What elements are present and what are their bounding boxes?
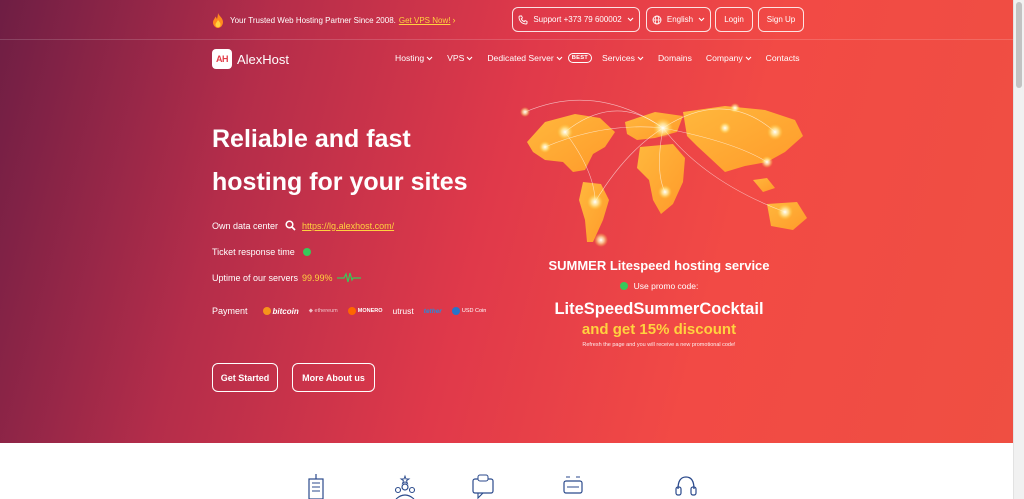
data-center-label: Own data center (212, 220, 279, 231)
team-stars-icon (394, 474, 416, 499)
headset-icon (675, 476, 697, 496)
features-strip (0, 443, 1013, 499)
promo-note: Refresh the page and you will receive a … (582, 342, 736, 348)
brand-name: AlexHost (237, 51, 290, 67)
payment-label: Payment (212, 306, 248, 316)
chevron-down-icon (627, 17, 634, 22)
promo-discount: and get 15% discount (581, 321, 737, 338)
ethereum-logo: ◆ ethereum (308, 308, 338, 314)
get-vps-link[interactable]: Get VPS Now! (399, 16, 451, 25)
nav-item-label: Dedicated Server (487, 53, 554, 63)
promo-use-label: Use promo code: (633, 281, 699, 291)
chevron-down-icon (426, 56, 433, 60)
brand-logo[interactable]: AH AlexHost (212, 49, 289, 69)
promo-title: SUMMER Litespeed hosting service (548, 258, 770, 273)
monero-logo: MONERO (347, 307, 383, 315)
nav-item-label: VPS (447, 53, 465, 63)
status-dot-icon (302, 248, 311, 256)
utrust-logo: utrust (392, 306, 414, 316)
uptime-label: Uptime of our servers (212, 273, 299, 283)
chevron-down-icon (745, 56, 752, 60)
page-scrollbar[interactable] (1013, 0, 1024, 499)
chevron-down-icon (556, 56, 563, 60)
looking-glass-link[interactable]: https://lg.alexhost.com/ (302, 221, 394, 231)
nav-item-contacts[interactable]: Contacts (766, 53, 800, 63)
get-started-button[interactable]: Get Started (212, 363, 278, 392)
nav-item-vps[interactable]: VPS (447, 53, 473, 63)
nav-menu: Hosting VPS Dedicated Server BEST Servic… (395, 53, 800, 63)
support-phone-button[interactable]: Support +373 79 600002 (512, 7, 640, 32)
trust-text: Your Trusted Web Hosting Partner Since 2… (230, 15, 396, 25)
promo-use-row: Use promo code: (524, 281, 794, 291)
nav-item-label: Company (705, 53, 743, 63)
promo-code[interactable]: LiteSpeedSummerCocktail (524, 300, 794, 319)
nav-item-domains[interactable]: Domains (658, 53, 692, 63)
payment-logos: bitcoin ◆ ethereum MONERO utrust tether … (262, 306, 497, 316)
nav-item-label: Domains (657, 53, 692, 63)
top-bar: Your Trusted Web Hosting Partner Since 2… (0, 0, 1013, 40)
nav-item-company[interactable]: Company (706, 53, 752, 63)
trust-banner: Your Trusted Web Hosting Partner Since 2… (212, 12, 455, 28)
more-about-us-button[interactable]: More About us (292, 363, 375, 392)
language-selector[interactable]: English (646, 7, 711, 32)
login-button[interactable]: Login (715, 7, 753, 32)
phone-icon (518, 15, 528, 24)
nav-item-label: Contacts (765, 53, 800, 63)
ticket-response-row: Ticket response time (212, 247, 311, 257)
nav-item-label: Services (602, 53, 635, 63)
status-dot-icon (619, 282, 628, 290)
heartbeat-icon (336, 272, 361, 283)
nav-item-label: Hosting (395, 53, 425, 63)
uptime-value: 99.99% (302, 273, 333, 283)
hero-headline: Reliable and fast hosting for your sites (212, 118, 512, 204)
ticket-label: Ticket response time (212, 247, 295, 257)
live-chat-icon (472, 474, 494, 499)
chevron-right-icon: › (452, 15, 456, 25)
main-navbar: AH AlexHost Hosting VPS Dedicated Server… (0, 41, 1013, 79)
headline-line-2: hosting for your sites (212, 168, 468, 196)
building-icon (308, 474, 324, 499)
nav-item-dedicated-server[interactable]: Dedicated Server (487, 53, 563, 63)
search-icon (285, 220, 296, 231)
headline-line-1: Reliable and fast (212, 125, 411, 153)
logo-mark-icon: AH (212, 49, 232, 69)
chevron-down-icon (637, 56, 644, 60)
bitcoin-logo: bitcoin (262, 307, 299, 316)
nav-item-services[interactable]: Services (602, 53, 644, 63)
tether-logo: tether (423, 307, 442, 315)
data-center-row: Own data center https://lg.alexhost.com/ (212, 220, 394, 231)
usd-coin-logo: USD Coin (451, 307, 486, 315)
world-map-icon (520, 99, 807, 247)
scrollbar-thumb[interactable] (1016, 2, 1022, 88)
chevron-down-icon (698, 17, 705, 22)
promo-block: SUMMER Litespeed hosting service Use pro… (524, 258, 794, 348)
nav-item-hosting[interactable]: Hosting (395, 53, 433, 63)
flame-icon (213, 12, 223, 28)
chevron-down-icon (466, 56, 473, 60)
payment-row: Payment bitcoin ◆ ethereum MONERO utrust… (212, 306, 496, 316)
uptime-row: Uptime of our servers 99.99% (212, 272, 361, 284)
globe-icon (652, 15, 662, 24)
support-label: Support +373 79 600002 (533, 15, 622, 24)
hero-section: Your Trusted Web Hosting Partner Since 2… (0, 0, 1013, 443)
language-label: English (666, 15, 694, 24)
best-badge: BEST (567, 53, 593, 63)
server-speed-icon (563, 476, 583, 494)
signup-button[interactable]: Sign Up (758, 7, 804, 32)
